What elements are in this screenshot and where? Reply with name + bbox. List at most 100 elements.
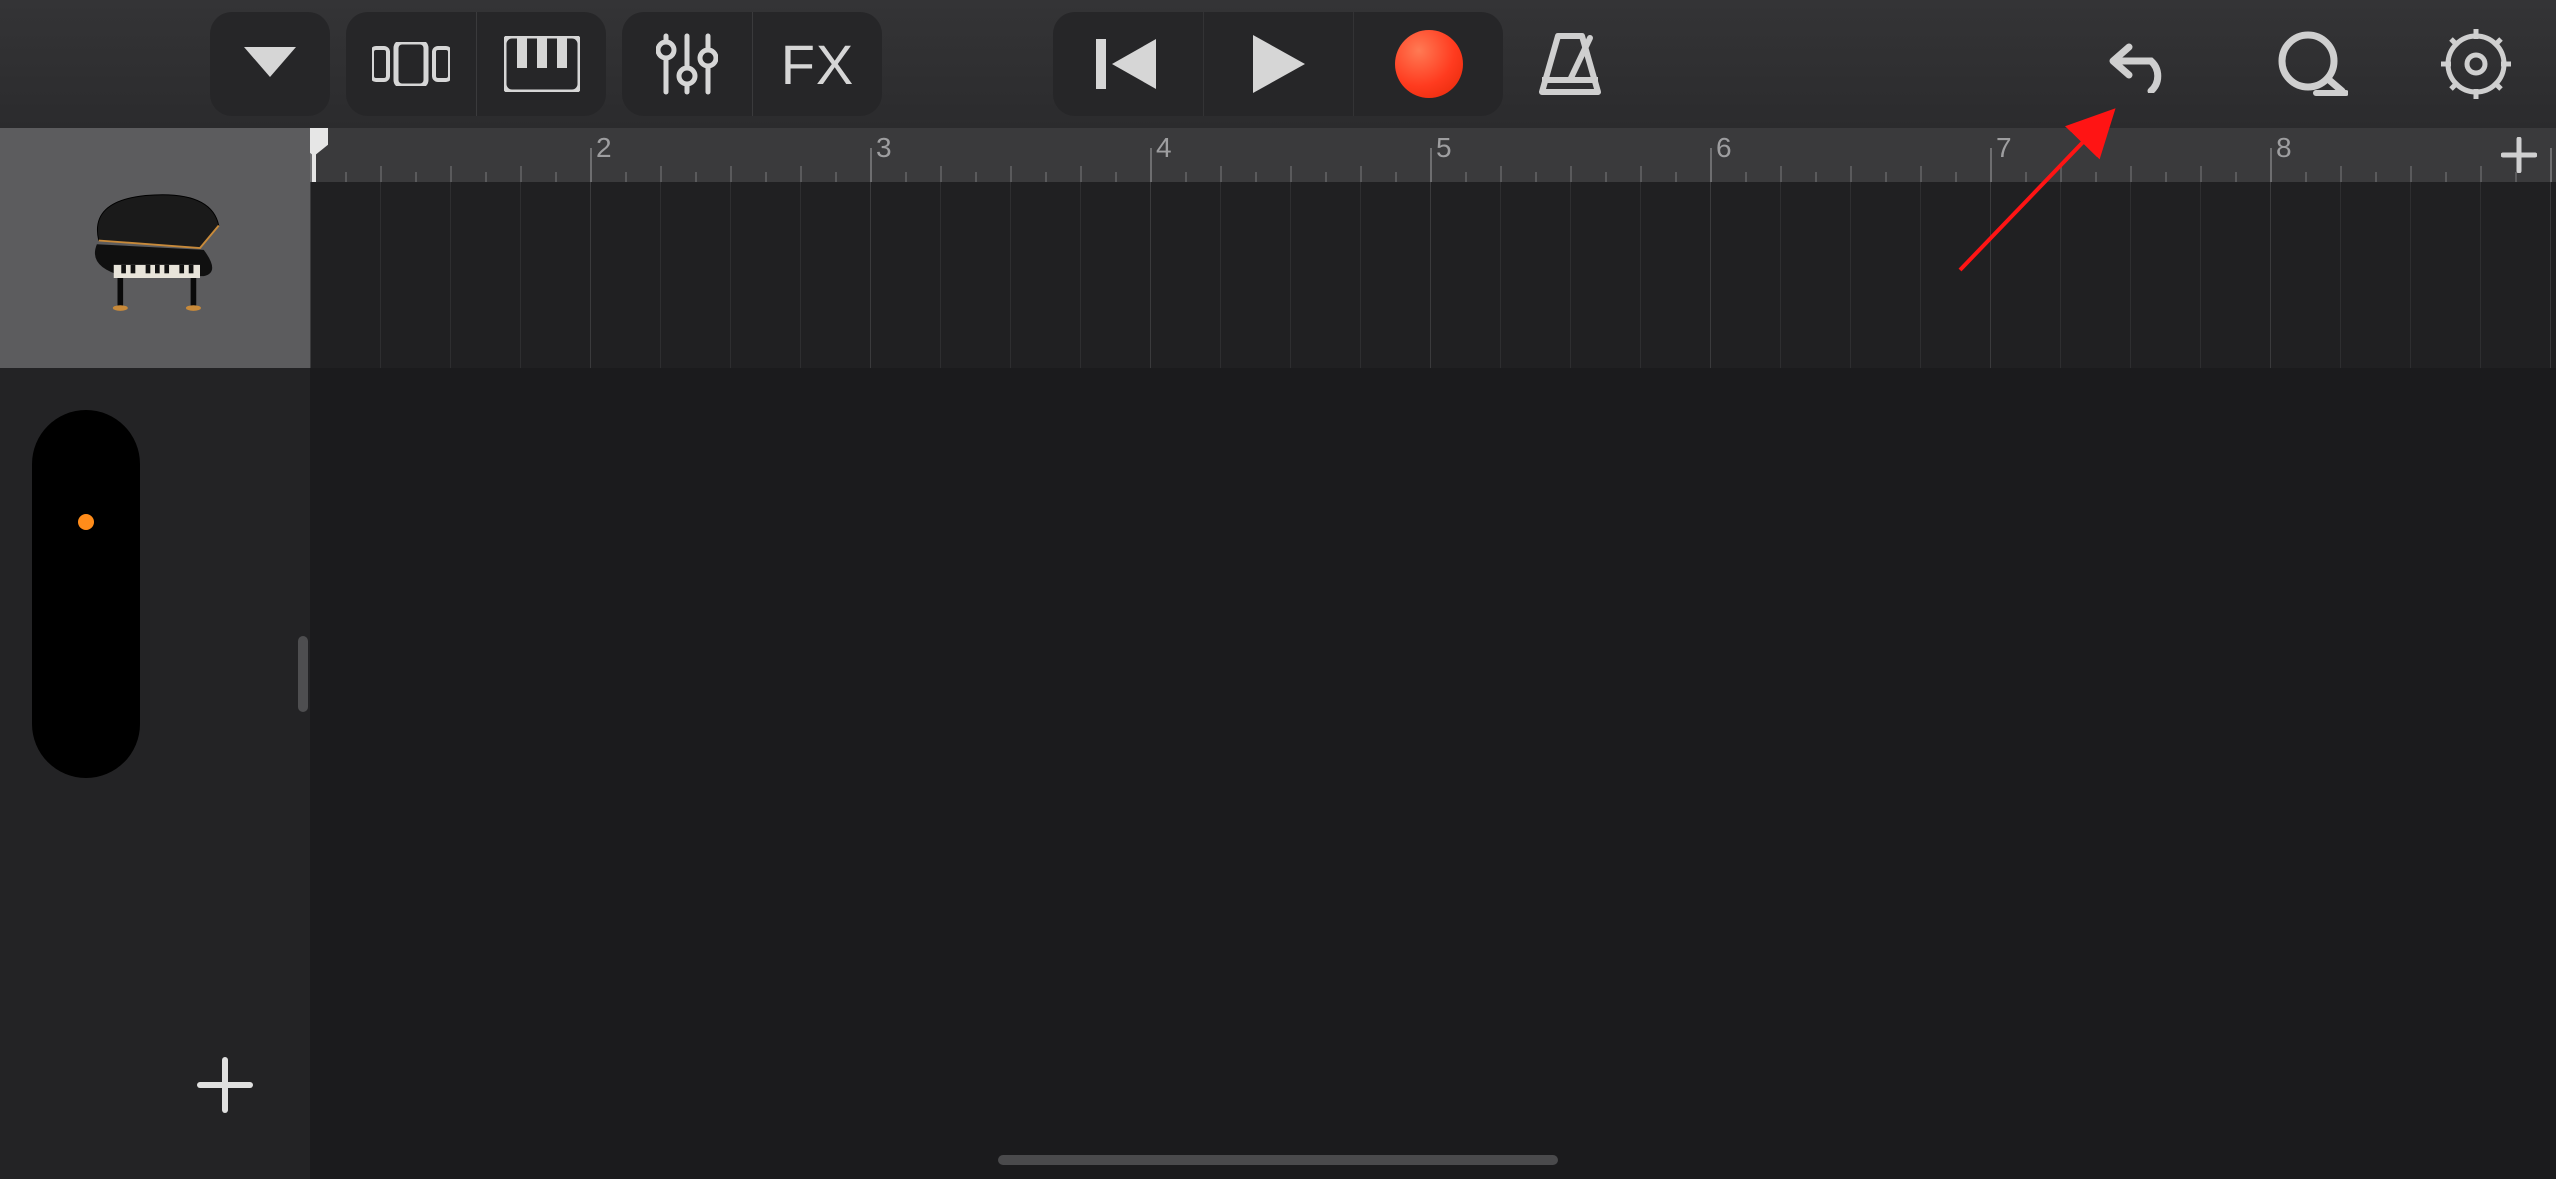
ruler-sub-tick <box>1885 172 1887 182</box>
top-toolbar: FX <box>0 0 2556 128</box>
ruler-sub-tick <box>485 172 487 182</box>
controls-fx-group: FX <box>622 12 882 116</box>
grid-beat-line <box>800 182 801 368</box>
grid-bar-line <box>1430 182 1431 368</box>
ruler-beat-tick <box>2480 166 2482 182</box>
toolbar-right <box>2104 0 2516 128</box>
grid-bar-line <box>1990 182 1991 368</box>
ruler-beat-tick <box>1290 166 1292 182</box>
metronome-icon <box>1534 30 1606 98</box>
ruler-beat-tick <box>2060 166 2062 182</box>
empty-timeline-area <box>310 368 2556 1179</box>
grid-bar-line <box>1710 182 1711 368</box>
grid-beat-line <box>1920 182 1921 368</box>
ruler-sub-tick <box>625 172 627 182</box>
metronome-button-wrap <box>1530 0 1610 128</box>
ruler-beat-tick <box>1850 166 1852 182</box>
grid-beat-line <box>2200 182 2201 368</box>
grid-beat-line <box>2340 182 2341 368</box>
ruler-sub-tick <box>1745 172 1747 182</box>
transport-controls <box>1053 12 1503 116</box>
ruler-beat-tick <box>1920 166 1922 182</box>
ruler-sub-tick <box>1535 172 1537 182</box>
ruler-sub-tick <box>1815 172 1817 182</box>
ruler-sub-tick <box>2095 172 2097 182</box>
ruler-sub-tick <box>1115 172 1117 182</box>
grid-bar-line <box>1150 182 1151 368</box>
ruler-beat-tick <box>380 166 382 182</box>
add-track-button[interactable] <box>180 1040 270 1130</box>
view-dropdown-button[interactable] <box>210 12 330 116</box>
ruler-bar-tick <box>1150 148 1152 182</box>
ruler-bar-tick <box>870 148 872 182</box>
keyboard-view-button[interactable] <box>476 12 606 116</box>
ruler-sub-tick <box>1605 172 1607 182</box>
ruler-bar-label: 2 <box>596 132 612 164</box>
ruler-bar-tick <box>1990 148 1992 182</box>
sliders-icon <box>656 32 718 96</box>
ruler-bar-tick <box>2550 148 2552 182</box>
grid-bar-line <box>2270 182 2271 368</box>
grid-beat-line <box>2480 182 2481 368</box>
settings-button[interactable] <box>2436 24 2516 104</box>
ruler-sub-tick <box>2445 172 2447 182</box>
grid-bar-line <box>590 182 591 368</box>
record-icon <box>1395 30 1463 98</box>
record-button[interactable] <box>1353 12 1503 116</box>
track-header-piano[interactable] <box>0 128 310 368</box>
grid-bar-line <box>310 182 311 368</box>
piano-keys-icon <box>504 36 580 92</box>
play-button[interactable] <box>1203 12 1353 116</box>
home-indicator <box>998 1155 1558 1165</box>
ruler-bar-tick <box>1430 148 1432 182</box>
play-icon <box>1253 35 1305 93</box>
grid-beat-line <box>2130 182 2131 368</box>
ruler-bar-label: 7 <box>1996 132 2012 164</box>
add-section-button[interactable] <box>2496 132 2542 178</box>
pitch-indicator <box>78 514 94 530</box>
fx-button[interactable]: FX <box>752 12 882 116</box>
ruler-beat-tick <box>1570 166 1572 182</box>
metronome-button[interactable] <box>1530 24 1610 104</box>
ruler-sub-tick <box>1255 172 1257 182</box>
grid-beat-line <box>730 182 731 368</box>
chevron-down-icon <box>244 47 296 81</box>
ruler-beat-tick <box>800 166 802 182</box>
grid-bar-line <box>870 182 871 368</box>
grid-beat-line <box>1570 182 1571 368</box>
ruler-beat-tick <box>1220 166 1222 182</box>
ruler-sub-tick <box>975 172 977 182</box>
grid-beat-line <box>660 182 661 368</box>
grid-beat-line <box>1220 182 1221 368</box>
grid-beat-line <box>1500 182 1501 368</box>
ruler-beat-tick <box>2410 166 2412 182</box>
rewind-button[interactable] <box>1053 12 1203 116</box>
grid-beat-line <box>380 182 381 368</box>
loop-browser-button[interactable] <box>2270 24 2350 104</box>
ruler-bar-label: 8 <box>2276 132 2292 164</box>
grid-beat-line <box>1290 182 1291 368</box>
ruler-sub-tick <box>345 172 347 182</box>
ruler-sub-tick <box>1675 172 1677 182</box>
pitch-wheel[interactable] <box>32 410 140 778</box>
tracks-view-button[interactable] <box>346 12 476 116</box>
undo-icon <box>2109 35 2179 93</box>
ruler-bar-label: 6 <box>1716 132 1732 164</box>
track-lane-piano[interactable] <box>310 182 2556 368</box>
ruler-sub-tick <box>1955 172 1957 182</box>
track-controls-button[interactable] <box>622 12 752 116</box>
ruler-beat-tick <box>660 166 662 182</box>
ruler-sub-tick <box>555 172 557 182</box>
grid-beat-line <box>450 182 451 368</box>
ruler-beat-tick <box>940 166 942 182</box>
undo-button[interactable] <box>2104 24 2184 104</box>
timeline-ruler[interactable]: 2345678 <box>310 128 2556 182</box>
ruler-sub-tick <box>765 172 767 182</box>
ruler-sub-tick <box>2165 172 2167 182</box>
ruler-beat-tick <box>1010 166 1012 182</box>
fx-label: FX <box>781 32 855 97</box>
ruler-bar-label: 4 <box>1156 132 1172 164</box>
grid-beat-line <box>520 182 521 368</box>
toolbar-left: FX <box>0 12 882 116</box>
grid-bar-line <box>2550 182 2551 368</box>
